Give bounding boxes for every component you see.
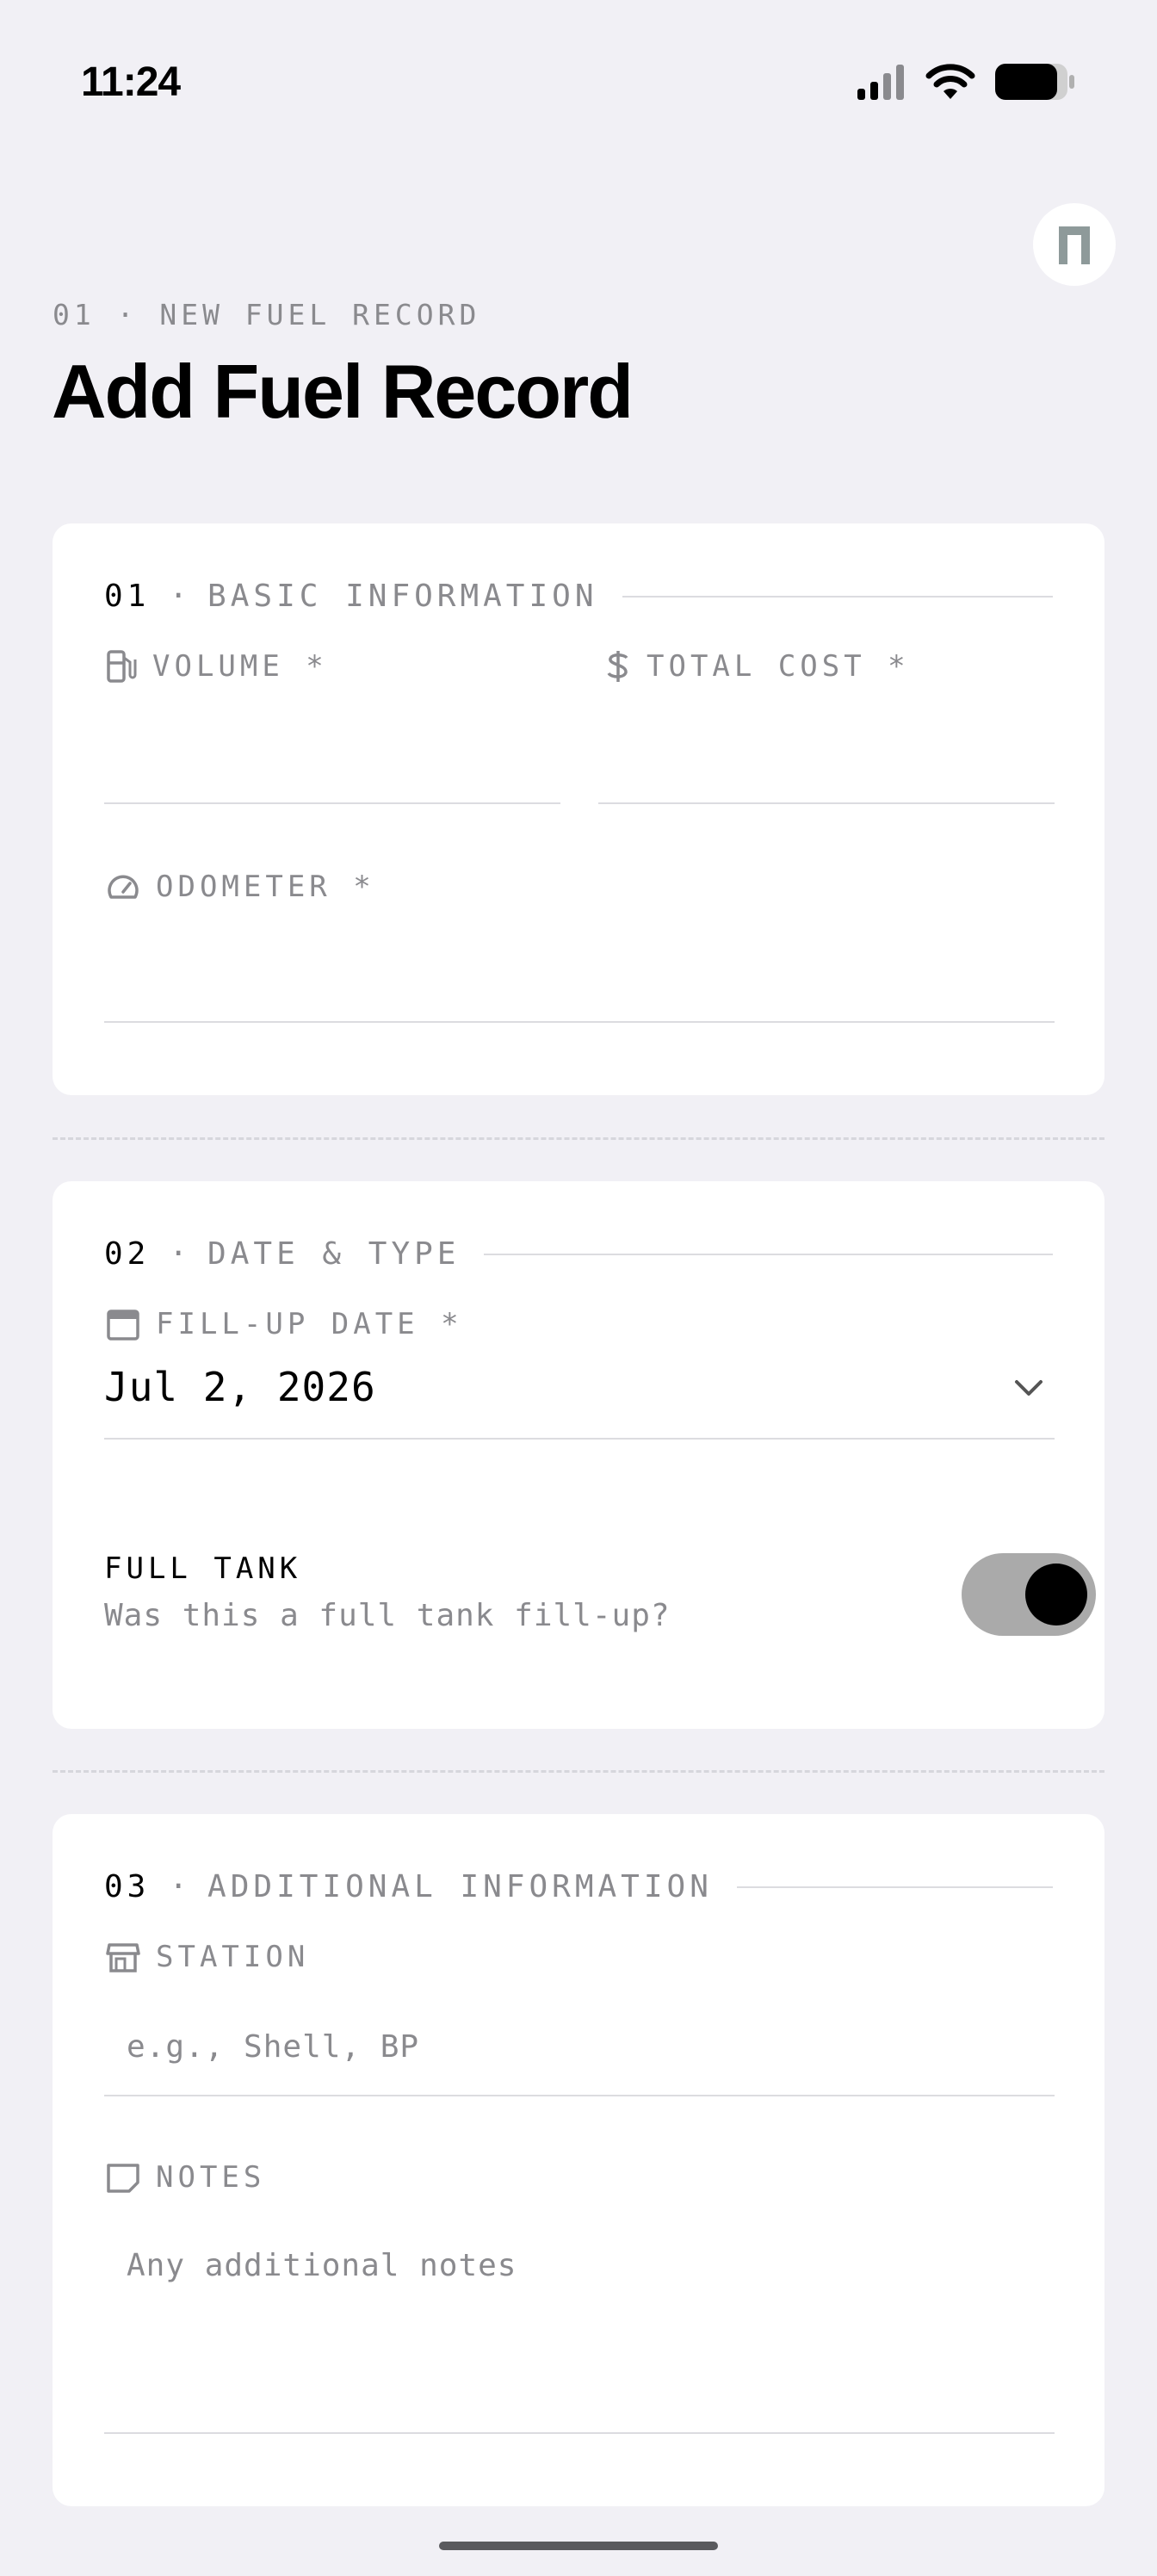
section-number: 01 [104,579,151,614]
status-bar: 11:24 [0,0,1157,172]
date-type-card: 02 · DATE & TYPE FILL-UP DATE * Jul 2, 2… [53,1181,1104,1729]
dollar-icon [607,651,628,682]
full-tank-subtitle: Was this a full tank fill-up? [104,1598,671,1633]
odometer-label-text: ODOMETER * [156,870,375,904]
speedometer-icon [108,875,139,899]
profile-avatar[interactable] [1033,203,1116,286]
section-separator: · [169,1869,193,1904]
section-header-date: 02 · DATE & TYPE [104,1236,1053,1272]
odometer-input[interactable] [104,1021,1055,1023]
notes-label: NOTES [106,2160,265,2195]
section-rule [484,1253,1053,1255]
page-eyebrow: 01 · NEW FUEL RECORD [53,298,481,331]
odometer-label: ODOMETER * [106,870,375,904]
wifi-icon [925,64,975,99]
volume-label: VOLUME * [106,649,328,684]
section-rule [736,1886,1053,1888]
notes-input-underline [104,2432,1055,2434]
section-title: BASIC INFORMATION [207,579,598,614]
cellular-signal-icon [857,65,904,100]
section-number: 03 [104,1869,151,1904]
total-cost-input[interactable] [598,802,1055,804]
app-logo-icon [1059,226,1090,264]
fill-up-date-label: FILL-UP DATE * [106,1307,463,1341]
full-tank-toggle[interactable] [962,1553,1096,1636]
status-icons [856,62,1076,102]
home-indicator[interactable] [439,2542,718,2550]
section-title: DATE & TYPE [207,1236,461,1272]
status-time: 11:24 [81,59,181,105]
basic-information-card: 01 · BASIC INFORMATION VOLUME * TOTAL CO… [53,523,1104,1095]
notes-label-text: NOTES [156,2160,266,2195]
fuel-pump-icon [107,650,137,683]
section-divider [53,1137,1104,1140]
section-header-additional: 03 · ADDITIONAL INFORMATION [104,1869,1053,1904]
notes-input[interactable]: Any additional notes [127,2248,517,2283]
fill-up-date-value[interactable]: Jul 2, 2026 [104,1364,376,1410]
fill-up-date-label-text: FILL-UP DATE * [156,1307,463,1341]
section-header-basic: 01 · BASIC INFORMATION [104,579,1053,614]
chevron-down-icon[interactable] [1013,1378,1044,1398]
note-icon [107,2164,139,2193]
section-rule [622,595,1053,598]
page-title: Add Fuel Record [52,349,634,434]
calendar-icon [107,1310,139,1341]
section-title: ADDITIONAL INFORMATION [207,1869,713,1904]
battery-icon [995,64,1074,100]
total-cost-label: TOTAL COST * [605,649,910,684]
total-cost-label-text: TOTAL COST * [647,649,910,684]
fill-up-date-picker[interactable] [104,1438,1055,1440]
station-input[interactable]: e.g., Shell, BP [127,2029,419,2065]
station-input-underline [104,2095,1055,2096]
toggle-knob [1025,1564,1087,1625]
additional-information-card: 03 · ADDITIONAL INFORMATION STATION e.g.… [53,1814,1104,2506]
volume-label-text: VOLUME * [152,649,328,684]
station-label: STATION [106,1940,309,1974]
section-number: 02 [104,1236,151,1272]
station-label-text: STATION [156,1940,310,1974]
full-tank-title: FULL TANK [104,1551,302,1586]
section-separator: · [169,579,193,614]
section-divider [53,1770,1104,1773]
volume-input[interactable] [104,802,560,804]
storefront-icon [106,1943,140,1972]
section-separator: · [169,1236,193,1272]
